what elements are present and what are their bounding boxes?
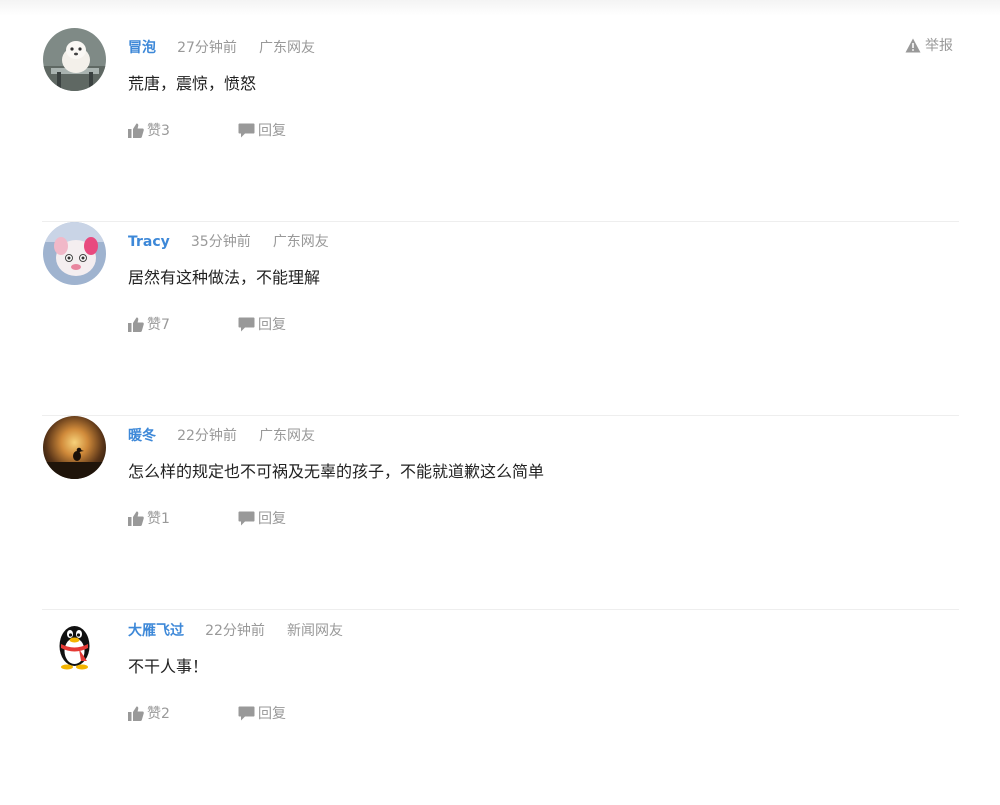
- comment-meta: 暖冬 22分钟前 广东网友: [128, 425, 315, 445]
- comment-content: 居然有这种做法，不能理解: [128, 268, 321, 287]
- comment-meta: Tracy 35分钟前 广东网友: [128, 231, 329, 251]
- comment-location: 广东网友: [259, 428, 316, 444]
- reply-button[interactable]: 回复: [238, 509, 286, 529]
- like-count: 赞3: [147, 123, 170, 139]
- speech-bubble-icon: [238, 706, 255, 721]
- comment-content: 不干人事！: [128, 657, 209, 676]
- comment-time: 27分钟前: [177, 40, 237, 56]
- sunset-bird-photo-icon[interactable]: [43, 416, 106, 479]
- reply-button[interactable]: 回复: [238, 121, 286, 141]
- like-button[interactable]: 赞2: [128, 704, 170, 724]
- reply-label: 回复: [258, 511, 286, 527]
- username-link[interactable]: 暖冬: [128, 426, 156, 446]
- like-count: 赞2: [147, 706, 170, 722]
- like-count: 赞7: [147, 317, 170, 333]
- comment-location: 新闻网友: [287, 623, 344, 639]
- comment-time: 22分钟前: [205, 623, 265, 639]
- comment-content: 荒唐，震惊，愤怒: [128, 74, 257, 93]
- comment-meta: 大雁飞过 22分钟前 新闻网友: [128, 620, 343, 640]
- like-button[interactable]: 赞7: [128, 315, 170, 335]
- comment-content: 怎么样的规定也不可祸及无辜的孩子，不能就道歉这么简单: [128, 462, 545, 481]
- comment-location: 广东网友: [259, 40, 316, 56]
- like-count: 赞1: [147, 511, 170, 527]
- like-button[interactable]: 赞1: [128, 509, 170, 529]
- comment-location: 广东网友: [272, 234, 329, 250]
- reply-label: 回复: [258, 317, 286, 333]
- qq-penguin-icon[interactable]: [43, 611, 106, 674]
- username-link[interactable]: 大雁飞过: [128, 621, 184, 641]
- speech-bubble-icon: [238, 511, 255, 526]
- report-label: 举报: [925, 38, 953, 54]
- speech-bubble-icon: [238, 123, 255, 138]
- report-button[interactable]: 举报: [905, 36, 953, 56]
- reply-button[interactable]: 回复: [238, 315, 286, 335]
- comment-time: 22分钟前: [177, 428, 237, 444]
- comment-item: Tracy 35分钟前 广东网友 居然有这种做法，不能理解 赞7 回复: [42, 222, 959, 416]
- reply-label: 回复: [258, 706, 286, 722]
- like-button[interactable]: 赞3: [128, 121, 170, 141]
- thumbs-up-icon: [128, 511, 144, 526]
- reply-button[interactable]: 回复: [238, 704, 286, 724]
- comment-meta: 冒泡 27分钟前 广东网友: [128, 37, 315, 57]
- comment-item: 大雁飞过 22分钟前 新闻网友 不干人事！ 赞2 回复: [42, 611, 959, 805]
- comment-item: 暖冬 22分钟前 广东网友 怎么样的规定也不可祸及无辜的孩子，不能就道歉这么简单…: [42, 416, 959, 610]
- reply-label: 回复: [258, 123, 286, 139]
- comment-item: 冒泡 27分钟前 广东网友 举报 荒唐，震惊，愤怒 赞3 回复: [42, 28, 959, 222]
- thumbs-up-icon: [128, 317, 144, 332]
- speech-bubble-icon: [238, 317, 255, 332]
- dog-photo-icon[interactable]: [43, 28, 106, 91]
- username-link[interactable]: Tracy: [128, 232, 170, 252]
- top-shadow: [0, 0, 1000, 16]
- pink-toy-photo-icon[interactable]: [43, 222, 106, 285]
- warning-icon: [905, 38, 921, 53]
- username-link[interactable]: 冒泡: [128, 38, 156, 58]
- thumbs-up-icon: [128, 123, 144, 138]
- comment-time: 35分钟前: [190, 234, 251, 250]
- thumbs-up-icon: [128, 706, 144, 721]
